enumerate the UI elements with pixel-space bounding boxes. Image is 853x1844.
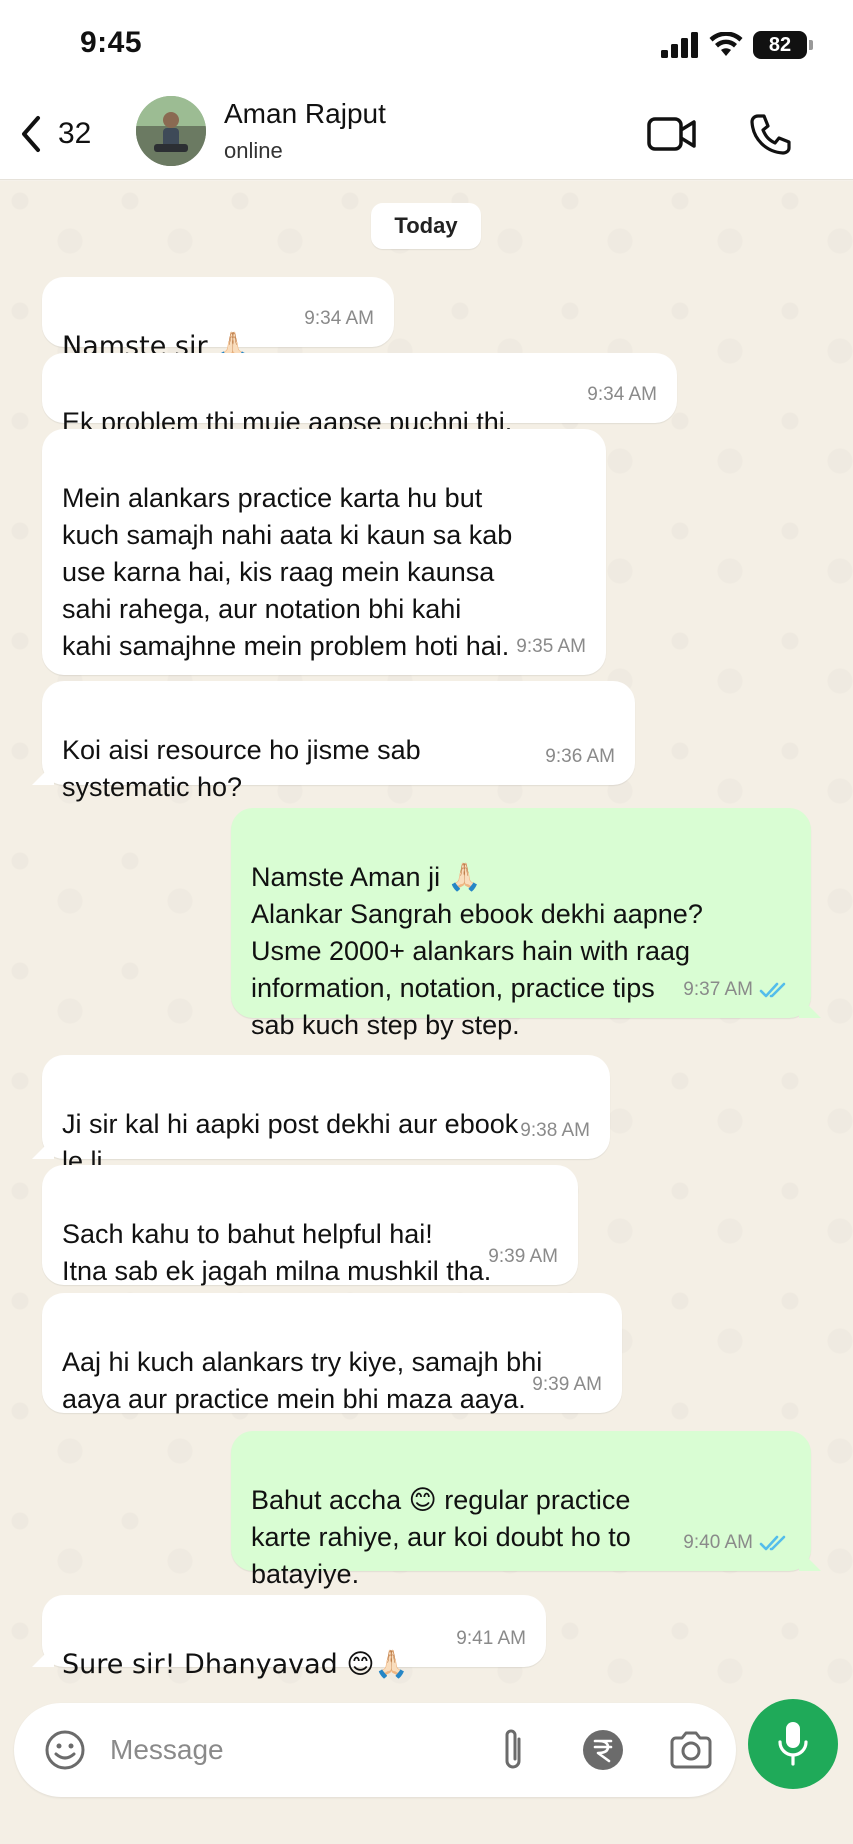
battery-level: 82 bbox=[768, 33, 792, 56]
message-time: 9:39 AM bbox=[488, 1246, 558, 1267]
message-text: Sach kahu to bahut helpful hai! Itna sab… bbox=[62, 1219, 492, 1286]
message-meta: 9:41 AM bbox=[456, 1620, 526, 1657]
message-text: Sure sir! Dhanyavad 😊🙏🏻 bbox=[62, 1649, 409, 1680]
message-text: Bahut accha 😊 regular practice karte rah… bbox=[251, 1485, 631, 1589]
emoji-icon bbox=[45, 1730, 85, 1770]
message-bubble-outgoing[interactable]: Namste Aman ji 🙏🏻 Alankar Sangrah ebook … bbox=[231, 808, 811, 1040]
microphone-button[interactable] bbox=[748, 1699, 838, 1789]
message-meta: 9:39 AM bbox=[532, 1366, 602, 1403]
message-time: 9:39 AM bbox=[532, 1374, 602, 1395]
message-bubble-incoming[interactable]: Mein alankars practice karta hu but kuch… bbox=[42, 429, 606, 675]
read-ticks-icon bbox=[759, 1535, 786, 1550]
composer-box bbox=[14, 1703, 736, 1797]
avatar[interactable] bbox=[136, 96, 206, 166]
message-meta: 9:40 AM bbox=[683, 1524, 791, 1561]
voice-call-button[interactable] bbox=[740, 104, 800, 164]
message-time: 9:40 AM bbox=[683, 1532, 753, 1553]
chevron-left-icon bbox=[22, 116, 40, 152]
message-meta: 9:36 AM bbox=[545, 738, 615, 775]
camera-icon bbox=[670, 1731, 712, 1769]
message-meta: 9:39 AM bbox=[488, 1238, 558, 1275]
message-meta: 9:35 AM bbox=[516, 628, 586, 665]
cellular-signal-icon bbox=[661, 32, 698, 58]
message-bubble-incoming[interactable]: Koi aisi resource ho jisme sab systemati… bbox=[42, 681, 635, 802]
message-bubble-incoming[interactable]: Namste sir 🙏🏻 9:34 AM bbox=[42, 277, 394, 362]
message-time: 9:34 AM bbox=[587, 384, 657, 405]
emoji-button[interactable] bbox=[40, 1725, 90, 1775]
status-bar: 9:45 82 bbox=[0, 0, 853, 88]
message-time: 9:34 AM bbox=[304, 308, 374, 329]
message-meta: 9:38 AM bbox=[520, 1112, 590, 1149]
chat-header: 32 Aman Rajput online bbox=[0, 88, 853, 180]
status-time: 9:45 bbox=[80, 26, 143, 59]
composer-bar bbox=[0, 1699, 853, 1844]
message-bubble-incoming[interactable]: Sure sir! Dhanyavad 😊🙏🏻 9:41 AM bbox=[42, 1595, 546, 1680]
message-meta: 9:34 AM bbox=[587, 376, 657, 413]
message-time: 9:36 AM bbox=[545, 746, 615, 767]
camera-button[interactable] bbox=[666, 1725, 716, 1775]
message-text: Namste Aman ji 🙏🏻 Alankar Sangrah ebook … bbox=[251, 862, 703, 1040]
video-call-button[interactable] bbox=[642, 104, 702, 164]
contact-name[interactable]: Aman Rajput bbox=[224, 98, 386, 130]
message-text: Koi aisi resource ho jisme sab systemati… bbox=[62, 735, 421, 802]
message-text: Aaj hi kuch alankars try kiye, samajh bh… bbox=[62, 1347, 543, 1414]
status-icons: 82 bbox=[661, 30, 813, 60]
date-chip: Today bbox=[371, 203, 481, 249]
message-bubble-outgoing[interactable]: Bahut accha 😊 regular practice karte rah… bbox=[231, 1431, 811, 1589]
phone-call-icon bbox=[750, 114, 791, 155]
message-meta: 9:37 AM bbox=[683, 971, 791, 1008]
video-call-icon bbox=[647, 117, 696, 151]
payment-button[interactable] bbox=[578, 1725, 628, 1775]
chat-area[interactable]: Today Namste sir 🙏🏻 9:34 AM Ek problem t… bbox=[0, 181, 853, 1701]
contact-status: online bbox=[224, 138, 283, 163]
attachment-button[interactable] bbox=[488, 1725, 538, 1775]
message-bubble-incoming[interactable]: Aaj hi kuch alankars try kiye, samajh bh… bbox=[42, 1293, 622, 1414]
message-time: 9:35 AM bbox=[516, 636, 586, 657]
rupee-payment-icon bbox=[583, 1730, 623, 1770]
back-button[interactable]: 32 bbox=[16, 106, 91, 162]
unread-count: 32 bbox=[58, 117, 92, 150]
message-bubble-incoming[interactable]: Ek problem thi muje aapse puchni thi. 9:… bbox=[42, 353, 677, 437]
message-input[interactable] bbox=[110, 1723, 470, 1777]
microphone-icon bbox=[778, 1722, 808, 1766]
battery-icon: 82 bbox=[753, 31, 813, 59]
message-bubble-incoming[interactable]: Sach kahu to bahut helpful hai! Itna sab… bbox=[42, 1165, 578, 1286]
wifi-icon bbox=[709, 32, 743, 56]
avatar-image bbox=[136, 96, 206, 166]
read-ticks-icon bbox=[759, 982, 786, 997]
message-bubble-incoming[interactable]: Ji sir kal hi aapki post dekhi aur ebook… bbox=[42, 1055, 610, 1176]
message-text: Mein alankars practice karta hu but kuch… bbox=[62, 483, 513, 661]
message-time: 9:38 AM bbox=[520, 1120, 590, 1141]
message-meta: 9:34 AM bbox=[304, 300, 374, 337]
message-time: 9:37 AM bbox=[683, 979, 753, 1000]
attachment-icon bbox=[505, 1729, 521, 1769]
message-time: 9:41 AM bbox=[456, 1628, 526, 1649]
